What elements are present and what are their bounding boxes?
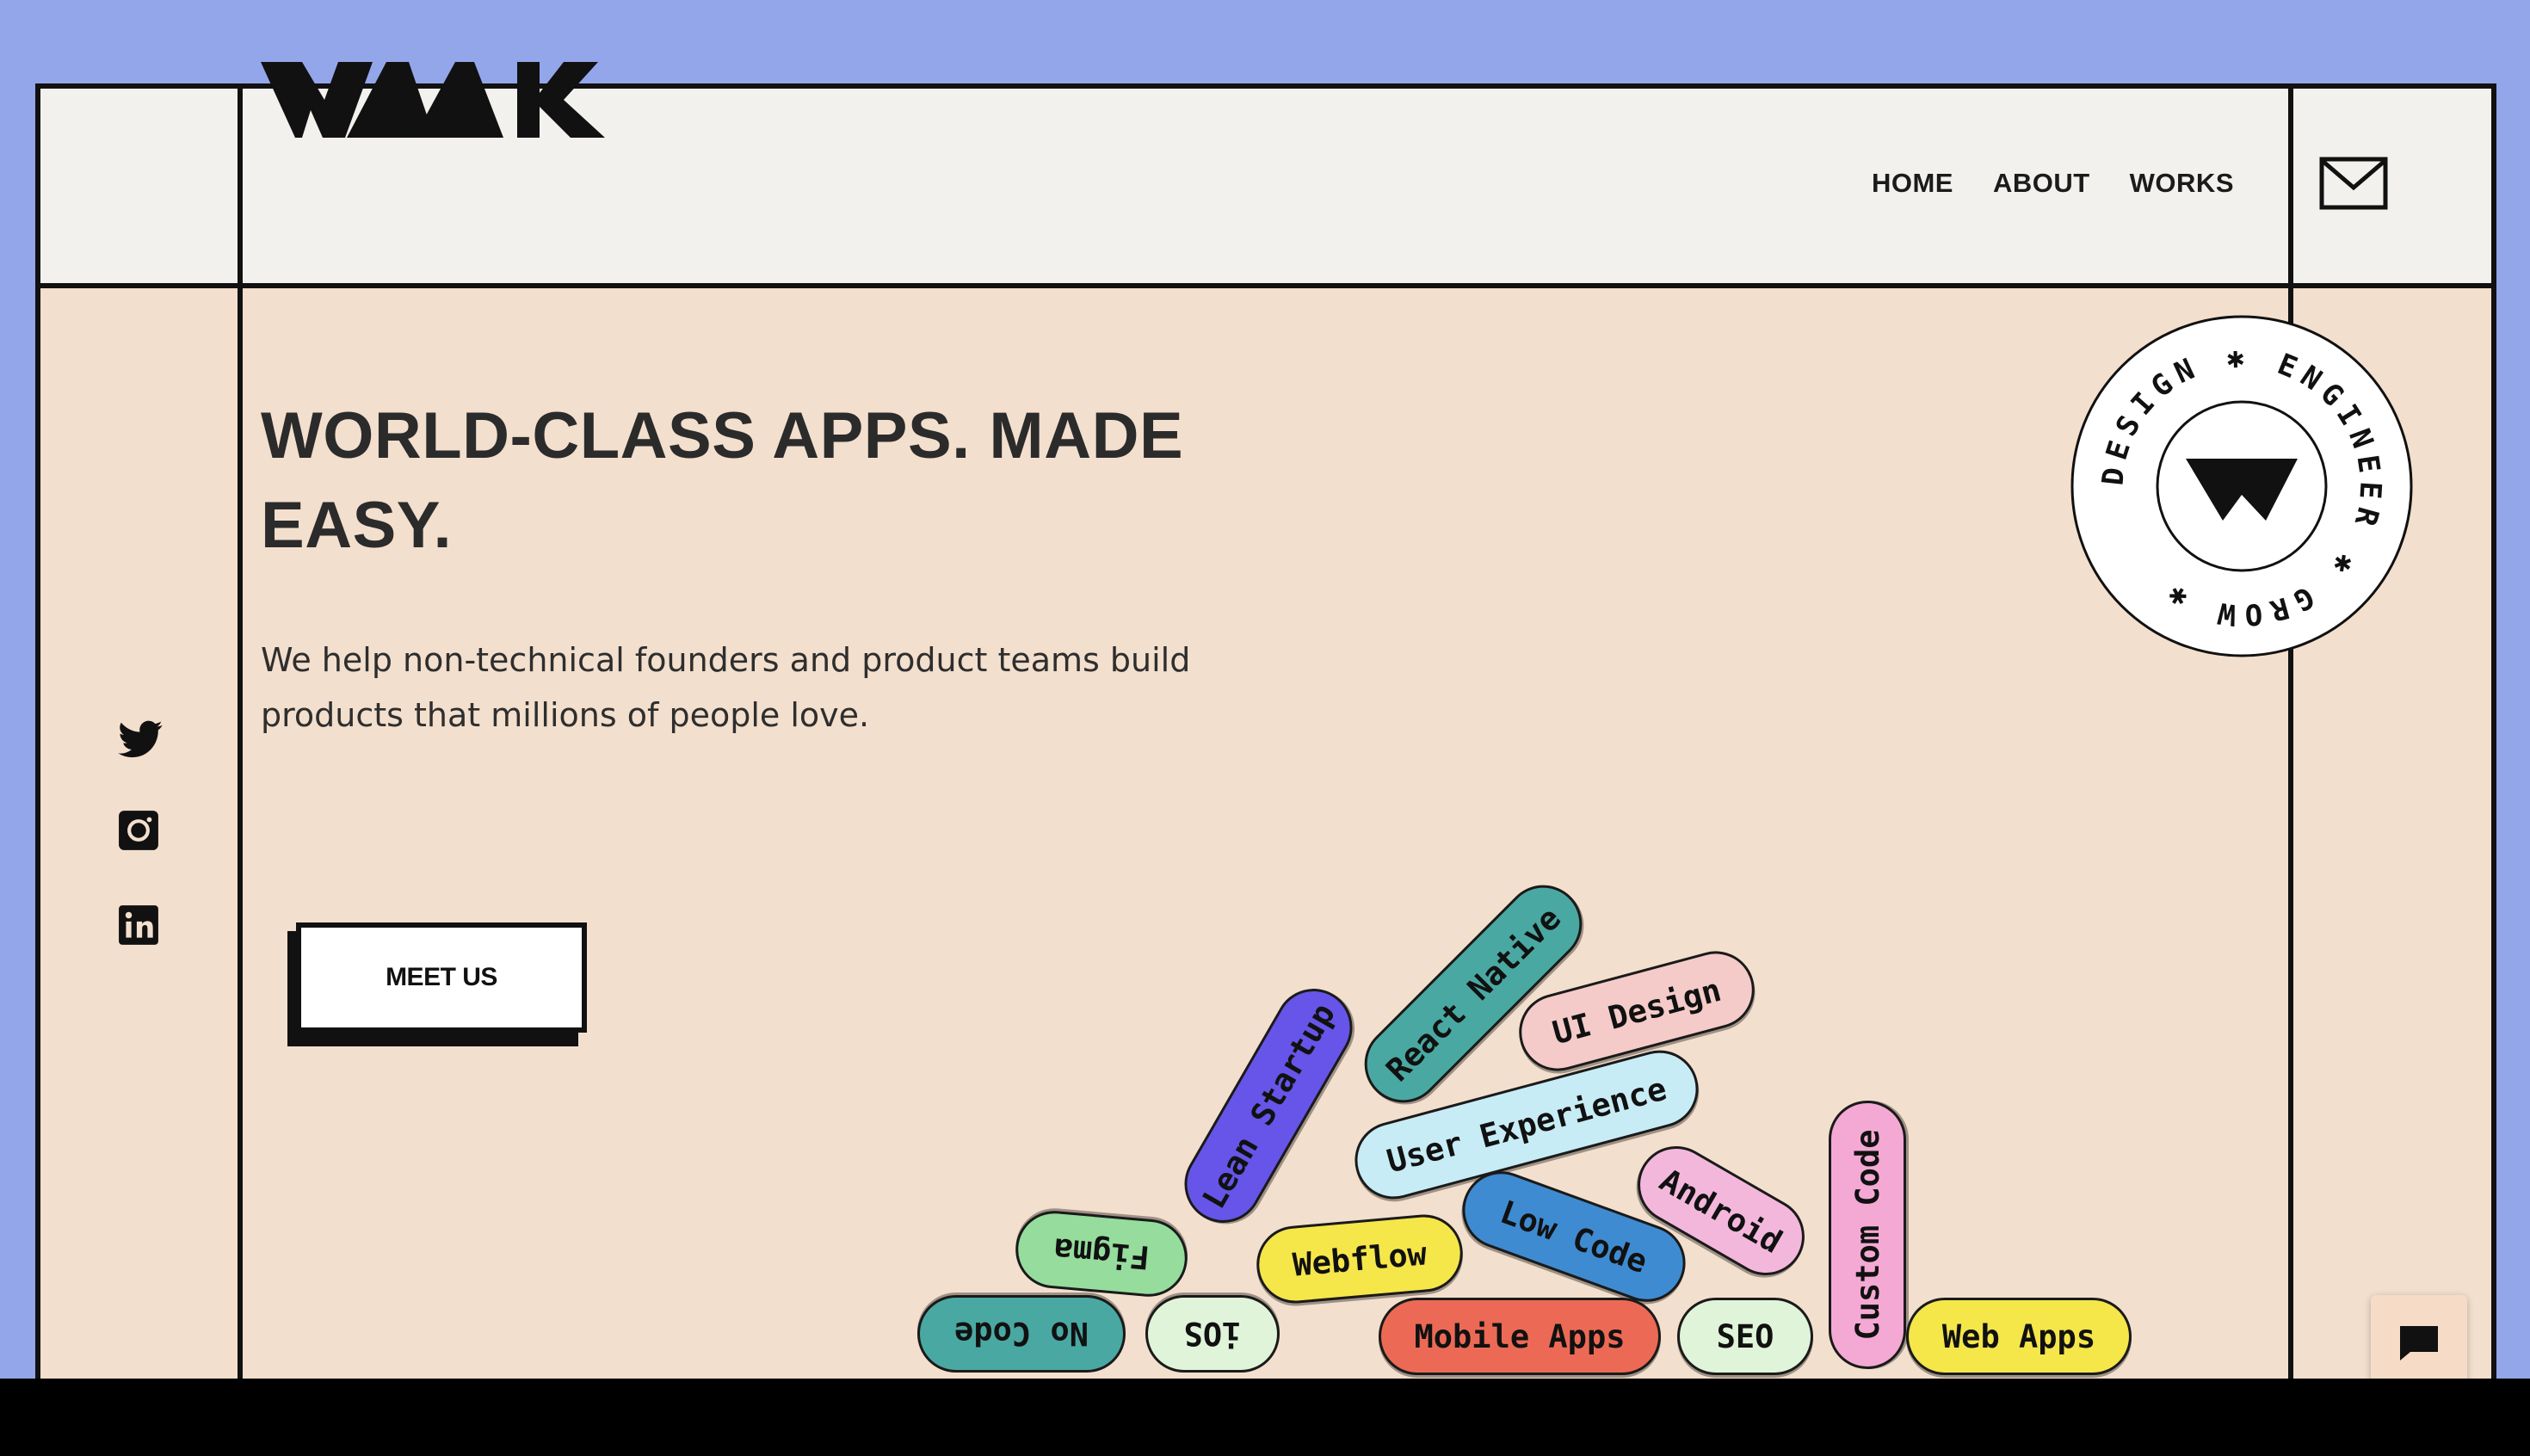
meet-us-button[interactable]: MEET US bbox=[296, 922, 587, 1033]
tag-pill: iOS bbox=[1145, 1295, 1280, 1373]
hero-lead: We help non-technical founders and produ… bbox=[261, 632, 1207, 743]
tag-pill: Web Apps bbox=[1906, 1298, 2132, 1375]
hero-title: WORLD-CLASS APPS. MADE EASY. bbox=[261, 392, 1276, 571]
waak-logo[interactable] bbox=[261, 62, 605, 139]
tag-pill: SEO bbox=[1677, 1298, 1813, 1375]
chat-button[interactable] bbox=[2371, 1295, 2467, 1391]
hero-title-line2: EASY. bbox=[261, 489, 453, 562]
hero-title-line1: WORLD-CLASS APPS. MADE bbox=[261, 399, 1184, 472]
left-divider bbox=[238, 89, 243, 1379]
tag-pill: Mobile Apps bbox=[1379, 1298, 1661, 1375]
hero-lead-line2: products that millions of people love. bbox=[261, 696, 870, 734]
linkedin-icon[interactable] bbox=[117, 904, 160, 947]
hero-lead-line1: We help non-technical founders and produ… bbox=[261, 641, 1191, 679]
nav-works[interactable]: WORKS bbox=[2130, 168, 2234, 199]
instagram-icon[interactable] bbox=[117, 809, 160, 852]
main-nav: HOME ABOUT WORKS bbox=[1872, 83, 2234, 283]
nav-about[interactable]: ABOUT bbox=[1993, 168, 2090, 199]
mail-icon[interactable] bbox=[2319, 157, 2388, 212]
chat-icon bbox=[2400, 1326, 2438, 1360]
nav-home[interactable]: HOME bbox=[1872, 168, 1953, 199]
tag-pill: No Code bbox=[917, 1295, 1126, 1373]
twitter-icon[interactable] bbox=[116, 716, 164, 764]
bottom-bar bbox=[0, 1379, 2530, 1456]
tag-pill: Custom Code bbox=[1829, 1101, 1906, 1369]
design-engineer-grow-badge: DESIGN ✱ ENGINEER ✱ GROW ✱ bbox=[2070, 315, 2413, 657]
right-divider bbox=[2288, 89, 2293, 1379]
